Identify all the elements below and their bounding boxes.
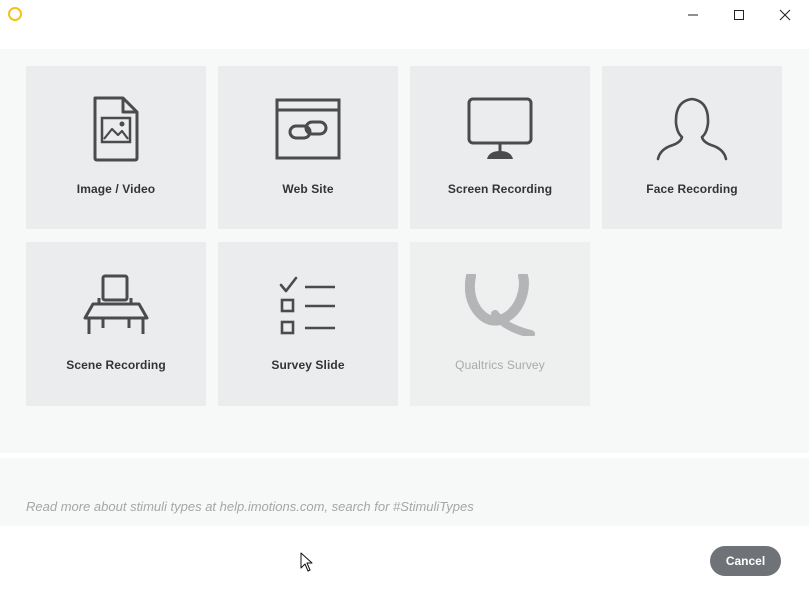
person-silhouette-icon: [656, 97, 728, 161]
help-area: Read more about stimuli types at help.im…: [0, 458, 809, 526]
minimize-button[interactable]: [670, 0, 716, 30]
tile-label: Screen Recording: [447, 182, 553, 196]
checklist-icon: [279, 276, 335, 335]
dialog-footer: Cancel: [0, 526, 809, 598]
tile-label: Image / Video: [76, 182, 156, 196]
tile-label: Web Site: [282, 182, 334, 196]
minimize-icon: [688, 14, 698, 16]
mouse-cursor-icon: [300, 552, 313, 572]
stimuli-type-grid: Image / Video Web Site Screen Recording …: [0, 49, 809, 453]
tile-label: Scene Recording: [66, 358, 166, 372]
maximize-button[interactable]: [716, 0, 762, 30]
tile-survey-slide[interactable]: Survey Slide: [218, 242, 398, 406]
tile-label: Face Recording: [646, 182, 738, 196]
close-icon: [779, 9, 791, 21]
close-button[interactable]: [762, 0, 808, 30]
qualtrics-q-icon: [465, 274, 535, 336]
web-link-icon: [275, 98, 341, 160]
tile-label: Survey Slide: [271, 358, 345, 372]
tile-face-recording[interactable]: Face Recording: [602, 66, 782, 229]
desk-icon: [83, 274, 149, 334]
title-bar: [0, 0, 809, 49]
tile-screen-recording[interactable]: Screen Recording: [410, 66, 590, 229]
maximize-icon: [734, 10, 744, 20]
tile-label: Qualtrics Survey: [455, 358, 545, 372]
app-logo-icon: [8, 7, 22, 21]
tile-image-video[interactable]: Image / Video: [26, 66, 206, 229]
cancel-button[interactable]: Cancel: [710, 546, 781, 576]
tile-qualtrics-survey: Qualtrics Survey: [410, 242, 590, 406]
tile-scene-recording[interactable]: Scene Recording: [26, 242, 206, 406]
help-text: Read more about stimuli types at help.im…: [26, 499, 474, 514]
image-file-icon: [93, 96, 139, 162]
tile-web-site[interactable]: Web Site: [218, 66, 398, 229]
monitor-icon: [467, 97, 533, 159]
